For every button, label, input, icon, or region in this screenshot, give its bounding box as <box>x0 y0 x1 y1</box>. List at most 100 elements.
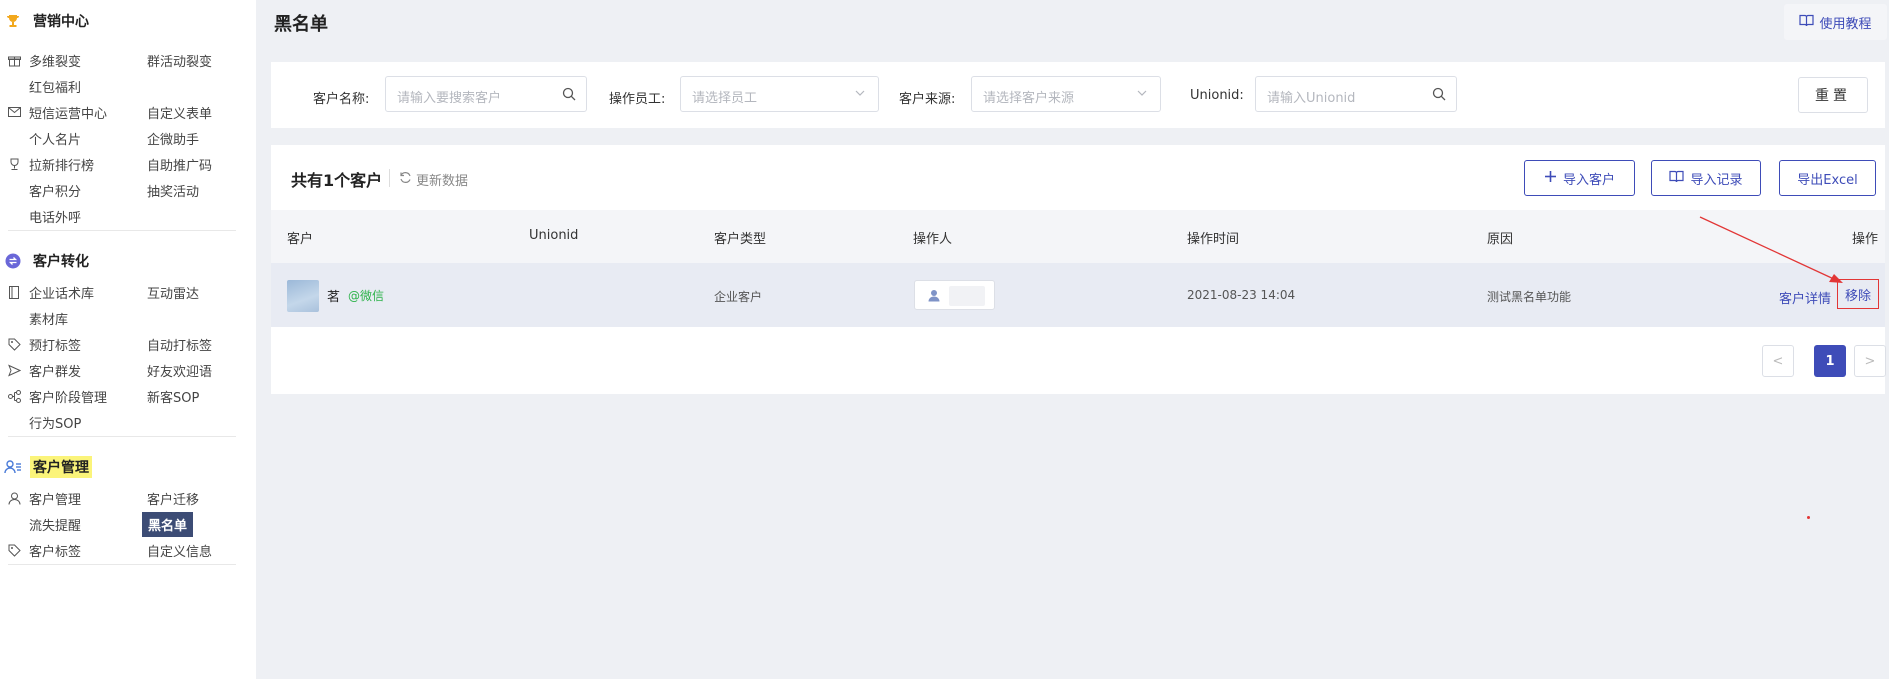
menu-item[interactable]: 多维裂变 <box>29 51 81 70</box>
menu-item[interactable]: 客户迁移 <box>147 489 199 508</box>
sidebar: 营销中心 多维裂变 群活动裂变 红包福利 短信运营中心 自定义表单 个人名片 企… <box>0 0 256 679</box>
operator-avatar-blur <box>949 286 985 306</box>
import-customer-button[interactable]: 导入客户 <box>1524 160 1635 196</box>
column-header: 客户 <box>287 232 314 247</box>
menu-row: 红包福利 <box>0 74 256 98</box>
menu-item[interactable]: 群活动裂变 <box>147 51 212 70</box>
refresh-label: 更新数据 <box>416 174 469 189</box>
menu-item[interactable]: 行为SOP <box>29 413 81 432</box>
filter-panel: 客户名称: 请输入要搜索客户 操作员工: 请选择员工 客户来源: 请选择客户来源… <box>271 62 1885 128</box>
menu-row: 客户阶段管理 新客SOP <box>0 384 256 408</box>
source-label: 客户来源: <box>899 92 956 107</box>
chevron-down-icon <box>1136 87 1150 101</box>
menu-row: 客户积分 抽奖活动 <box>0 178 256 202</box>
section-title: 客户管理 <box>30 456 92 478</box>
menu-item[interactable]: 互动雷达 <box>147 283 199 302</box>
menu-item[interactable]: 个人名片 <box>29 129 81 148</box>
menu-row: 多维裂变 群活动裂变 <box>0 48 256 72</box>
menu-item[interactable]: 抽奖活动 <box>147 181 199 200</box>
chevron-down-icon <box>854 87 868 101</box>
book-icon <box>1669 170 1685 187</box>
customer-name: 茗 <box>327 290 341 305</box>
menu-item[interactable]: 素材库 <box>29 309 68 328</box>
menu-item[interactable]: 拉新排行榜 <box>29 155 94 174</box>
table-header: 客户 Unionid 客户类型 操作人 操作时间 原因 操作 <box>271 210 1885 263</box>
menu-row: 客户群发 好友欢迎语 <box>0 358 256 382</box>
prev-page-button[interactable]: < <box>1762 345 1794 377</box>
divider <box>8 436 236 437</box>
refresh-button[interactable]: 更新数据 <box>399 170 468 189</box>
menu-row: 流失提醒 黑名单 <box>0 512 256 537</box>
menu-item[interactable]: 客户阶段管理 <box>29 387 107 406</box>
menu-row: 短信运营中心 自定义表单 <box>0 100 256 124</box>
menu-item[interactable]: 自助推广码 <box>147 155 212 174</box>
tutorial-label: 使用教程 <box>1819 16 1872 32</box>
column-header: 原因 <box>1487 232 1514 247</box>
next-page-button[interactable]: > <box>1854 345 1886 377</box>
time-cell: 2021-08-23 14:04 <box>1187 288 1296 302</box>
avatar <box>287 280 319 312</box>
annotation-dot <box>1807 516 1810 519</box>
book-icon <box>1799 14 1815 31</box>
remove-button[interactable]: 移除 <box>1837 279 1879 309</box>
menu-item[interactable]: 短信运营中心 <box>29 103 107 122</box>
tutorial-button[interactable]: 使用教程 <box>1784 4 1887 40</box>
menu-item[interactable]: 客户管理 <box>29 489 81 508</box>
menu-item[interactable]: 企业话术库 <box>29 283 94 302</box>
send-icon <box>7 363 21 377</box>
reason-cell: 测试黑名单功能 <box>1487 290 1572 304</box>
import-record-button[interactable]: 导入记录 <box>1651 160 1761 196</box>
section-customer-management[interactable]: 客户管理 <box>0 453 92 481</box>
menu-row: 电话外呼 <box>0 204 256 228</box>
person-icon <box>928 289 940 306</box>
user-icon <box>7 491 21 505</box>
doc-icon <box>7 285 21 299</box>
search-icon <box>1432 87 1446 101</box>
wechat-tag: @微信 <box>348 289 385 303</box>
menu-item[interactable]: 企微助手 <box>147 129 199 148</box>
menu-row: 素材库 <box>0 306 256 330</box>
section-marketing[interactable]: 营销中心 <box>0 7 92 35</box>
import-customer-label: 导入客户 <box>1562 172 1615 188</box>
operator-select[interactable]: 请选择员工 <box>680 76 879 112</box>
unionid-input[interactable]: 请输入Unionid <box>1255 76 1457 112</box>
divider <box>8 230 236 231</box>
menu-item[interactable]: 自动打标签 <box>147 335 212 354</box>
menu-row: 拉新排行榜 自助推广码 <box>0 152 256 176</box>
menu-item[interactable]: 客户群发 <box>29 361 81 380</box>
type-cell: 企业客户 <box>714 290 763 304</box>
menu-item[interactable]: 自定义表单 <box>147 103 212 122</box>
search-icon <box>562 87 576 101</box>
menu-item[interactable]: 新客SOP <box>147 387 199 406</box>
customer-name-input[interactable]: 请输入要搜索客户 <box>385 76 587 112</box>
menu-row: 企业话术库 互动雷达 <box>0 280 256 304</box>
flow-icon <box>7 389 21 403</box>
import-record-label: 导入记录 <box>1690 172 1743 188</box>
section-title: 营销中心 <box>33 14 89 30</box>
unionid-label: Unionid: <box>1190 88 1244 103</box>
tag-icon <box>7 543 21 557</box>
refresh-icon <box>399 171 412 188</box>
main-content: 黑名单 使用教程 客户名称: 请输入要搜索客户 操作员工: 请选择员工 客户来源… <box>256 0 1889 679</box>
reset-button[interactable]: 重置 <box>1798 77 1868 113</box>
page-1-button[interactable]: 1 <box>1814 345 1846 377</box>
page-title: 黑名单 <box>274 14 328 35</box>
export-excel-button[interactable]: 导出Excel <box>1779 160 1876 196</box>
menu-item[interactable]: 预打标签 <box>29 335 81 354</box>
table-row: 茗 @微信 企业客户 2021-08-23 14:04 测试黑名单功能 客户详情… <box>271 263 1885 327</box>
gift-icon <box>7 53 21 67</box>
operator-chip <box>914 280 995 310</box>
menu-item[interactable]: 好友欢迎语 <box>147 361 212 380</box>
menu-item[interactable]: 红包福利 <box>29 77 81 96</box>
menu-item[interactable]: 流失提醒 <box>29 515 81 534</box>
operator-label: 操作员工: <box>609 92 666 107</box>
section-conversion[interactable]: 客户转化 <box>0 247 92 275</box>
menu-item[interactable]: 客户积分 <box>29 181 81 200</box>
menu-item[interactable]: 电话外呼 <box>29 207 81 226</box>
source-select[interactable]: 请选择客户来源 <box>971 76 1161 112</box>
column-header: 操作人 <box>913 232 953 247</box>
customer-detail-link[interactable]: 客户详情 <box>1779 288 1831 307</box>
menu-item[interactable]: 客户标签 <box>29 541 81 560</box>
menu-item[interactable]: 自定义信息 <box>147 541 212 560</box>
menu-item-blacklist[interactable]: 黑名单 <box>142 512 194 537</box>
